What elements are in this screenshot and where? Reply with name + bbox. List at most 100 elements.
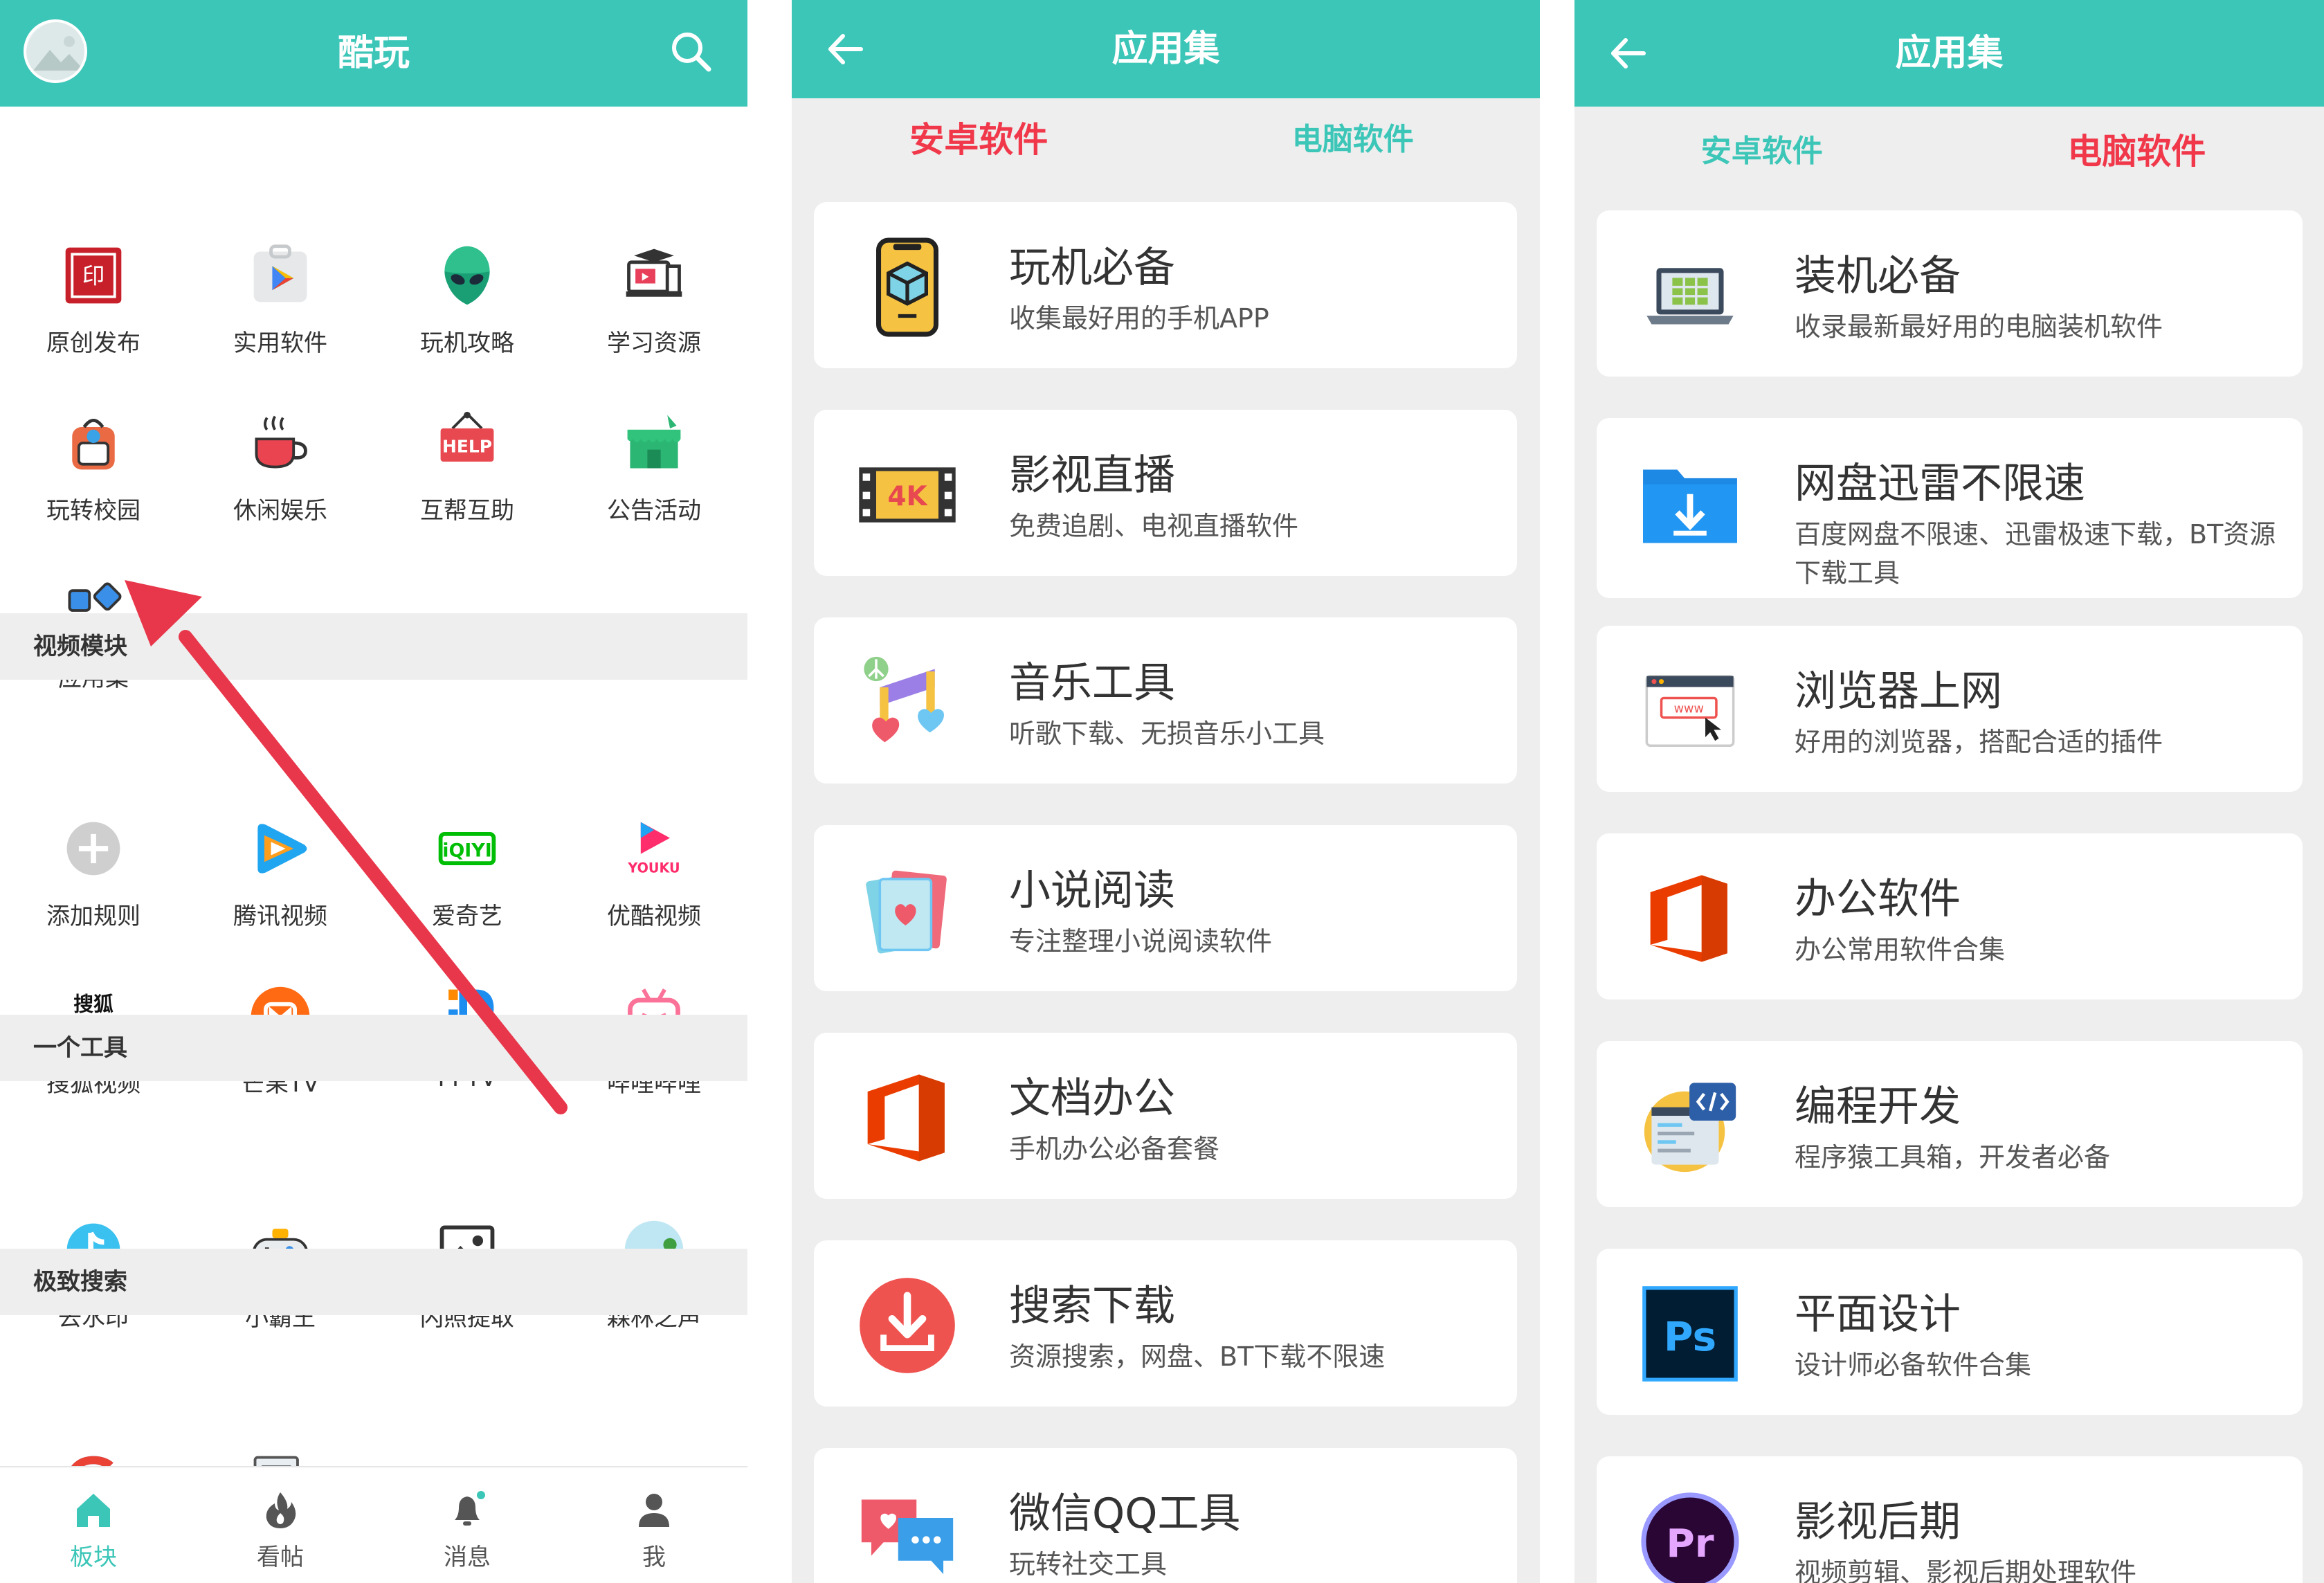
photoshop-icon: Ps: [1631, 1275, 1749, 1393]
app-category-card[interactable]: 音乐工具听歌下载、无损音乐小工具: [814, 617, 1517, 784]
app-category-card[interactable]: 搜索下载 资源搜索，网盘、BT下载不限速: [814, 1240, 1517, 1406]
app-category-card[interactable]: 小说阅读专注整理小说阅读软件: [814, 825, 1517, 991]
svg-text:iQIYI: iQIYI: [442, 840, 492, 862]
play-store-icon: [244, 239, 316, 311]
search-icon[interactable]: [667, 28, 716, 76]
tencent-video-icon: [244, 813, 316, 885]
chat-bubbles-icon: [848, 1474, 966, 1583]
svg-text:www: www: [1674, 703, 1704, 716]
study-icon: [618, 239, 690, 311]
app-header: 酷玩: [0, 0, 747, 107]
grid-item[interactable]: 印原创发布: [0, 239, 187, 358]
app-category-card[interactable]: 微信QQ工具 玩转社交工具: [814, 1448, 1517, 1583]
grid-item[interactable]: 玩转校园: [0, 407, 187, 525]
grid-item[interactable]: 玩机攻略: [374, 239, 561, 358]
nav-item-label: 我: [642, 1544, 666, 1571]
grid-item-label: 实用软件: [233, 329, 327, 357]
grid-item[interactable]: 休闲娱乐: [187, 407, 374, 525]
tab-pc[interactable]: 电脑软件: [1950, 107, 2324, 197]
nav-item[interactable]: 看帖: [187, 1488, 374, 1572]
app-category-card[interactable]: 玩机必备收集最好用的手机APP: [814, 202, 1517, 368]
card-description: 收录最新最好用的电脑装机软件: [1795, 311, 2163, 342]
app-category-card[interactable]: 4K 影视直播免费追剧、电视直播软件: [814, 410, 1517, 576]
grid-item-label: 腾讯视频: [233, 903, 327, 930]
card-description: 收集最好用的手机APP: [1009, 303, 1269, 334]
grid-item-label: 学习资源: [607, 329, 701, 357]
category-tabs: 安卓软件 电脑软件: [1574, 107, 2324, 197]
bell-icon: [445, 1488, 489, 1532]
app-category-card[interactable]: Ps 平面设计 设计师必备软件合集: [1597, 1249, 2303, 1415]
code-icon: [1631, 1067, 1749, 1185]
page-title: 应用集: [1895, 33, 2004, 74]
office-icon: [1631, 860, 1749, 977]
grid-item[interactable]: HELP 互帮互助: [374, 407, 561, 525]
card-description: 听歌下载、无损音乐小工具: [1009, 718, 1325, 749]
books-icon: [848, 851, 966, 969]
card-title: 玩机必备: [1009, 244, 1175, 292]
app-title: 酷玩: [337, 33, 410, 74]
card-title: 小说阅读: [1009, 867, 1175, 915]
tab-pc[interactable]: 电脑软件: [1166, 98, 1541, 181]
grid-item[interactable]: 实用软件: [187, 239, 374, 358]
grid-item[interactable]: 腾讯视频: [187, 813, 374, 931]
card-title: 搜索下载: [1009, 1282, 1175, 1330]
premiere-icon: Pr: [1631, 1483, 1749, 1583]
nav-item[interactable]: 我: [561, 1488, 747, 1572]
kuwan-home-screen: 酷玩 印原创发布实用软件 玩机攻略学习资源玩转校园 休闲娱乐 HELP 互帮互助 公告活动…: [0, 0, 747, 1583]
svg-text:搜狐: 搜狐: [73, 992, 114, 1015]
nav-item-label: 看帖: [257, 1544, 304, 1571]
nav-item[interactable]: 板块: [0, 1488, 187, 1572]
card-title: 装机必备: [1795, 252, 1961, 300]
card-description: 设计师必备软件合集: [1795, 1350, 2032, 1380]
coffee-cup-icon: [244, 407, 316, 479]
card-description: 办公常用软件合集: [1795, 934, 2006, 965]
grid-item[interactable]: YOUKU 优酷视频: [561, 813, 747, 931]
app-category-card[interactable]: 编程开发 程序猿工具箱，开发者必备: [1597, 1041, 2303, 1207]
app-category-card[interactable]: 网盘迅雷不限速 百度网盘不限速、迅雷极速下载，BT资源下载工具: [1597, 418, 2303, 598]
card-title: 影视直播: [1009, 451, 1175, 500]
grid-item-label: 爱奇艺: [432, 903, 502, 930]
app-category-card[interactable]: 文档办公 手机办公必备套餐: [814, 1033, 1517, 1199]
svg-text:4K: 4K: [887, 481, 928, 512]
grid-item-label: 公告活动: [607, 497, 701, 525]
app-category-card[interactable]: Pr 影视后期 视频剪辑、影视后期处理软件: [1597, 1456, 2303, 1583]
app-category-card[interactable]: 装机必备收录最新最好用的电脑装机软件: [1597, 210, 2303, 377]
card-description: 视频剪辑、影视后期处理软件: [1795, 1557, 2137, 1583]
iqiyi-icon: iQIYI: [431, 813, 503, 885]
home-icon: [71, 1488, 116, 1532]
card-description: 程序猿工具箱，开发者必备: [1795, 1142, 2111, 1173]
app-category-card[interactable]: www 浏览器上网 好用的浏览器，搭配合适的插件: [1597, 626, 2303, 792]
app-category-card[interactable]: 办公软件办公常用软件合集: [1597, 833, 2303, 999]
card-description: 免费追剧、电视直播软件: [1009, 511, 1299, 541]
grid-item-label: 互帮互助: [420, 497, 514, 525]
office-icon: [848, 1059, 966, 1177]
svg-text:YOUKU: YOUKU: [627, 860, 680, 876]
grid-item-label: 原创发布: [46, 329, 140, 357]
category-tabs: 安卓软件 电脑软件: [792, 98, 1540, 181]
card-description: 玩转社交工具: [1009, 1549, 1168, 1580]
phone-box-icon: [848, 228, 966, 346]
svg-text:Ps: Ps: [1664, 1313, 1716, 1360]
tab-android[interactable]: 安卓软件: [1574, 107, 1950, 197]
card-title: 网盘迅雷不限速: [1795, 460, 2085, 508]
grid-item[interactable]: 学习资源: [561, 239, 747, 358]
nav-item[interactable]: 消息: [374, 1488, 561, 1572]
card-title: 音乐工具: [1009, 659, 1175, 707]
browser-www-icon: www: [1631, 652, 1749, 770]
card-description: 专注整理小说阅读软件: [1009, 926, 1273, 957]
app-collection-pc: 应用集 安卓软件 电脑软件 装机必备收录最新最好用的电脑装机软件网盘迅雷不限速百…: [1574, 0, 2324, 1583]
tab-android[interactable]: 安卓软件: [792, 98, 1166, 181]
card-description: 手机办公必备套餐: [1009, 1134, 1220, 1164]
svg-text:Pr: Pr: [1666, 1521, 1714, 1566]
nav-item-label: 消息: [444, 1544, 491, 1571]
grid-item[interactable]: 公告活动: [561, 407, 747, 525]
grid-item[interactable]: 添加规则: [0, 813, 187, 931]
card-description: 好用的浏览器，搭配合适的插件: [1795, 727, 2163, 757]
card-title: 办公软件: [1795, 875, 1961, 923]
alien-icon: [431, 239, 503, 311]
svg-text:HELP: HELP: [442, 436, 492, 456]
grid-item[interactable]: iQIYI 爱奇艺: [374, 813, 561, 931]
app-collection-android: 应用集 安卓软件 电脑软件 玩机必备 收集最好用的手机APP 4K 影视直播 免费追剧、…: [792, 0, 1540, 1583]
download-circle-icon: [848, 1267, 966, 1384]
folder-download-icon: [1631, 444, 1749, 562]
